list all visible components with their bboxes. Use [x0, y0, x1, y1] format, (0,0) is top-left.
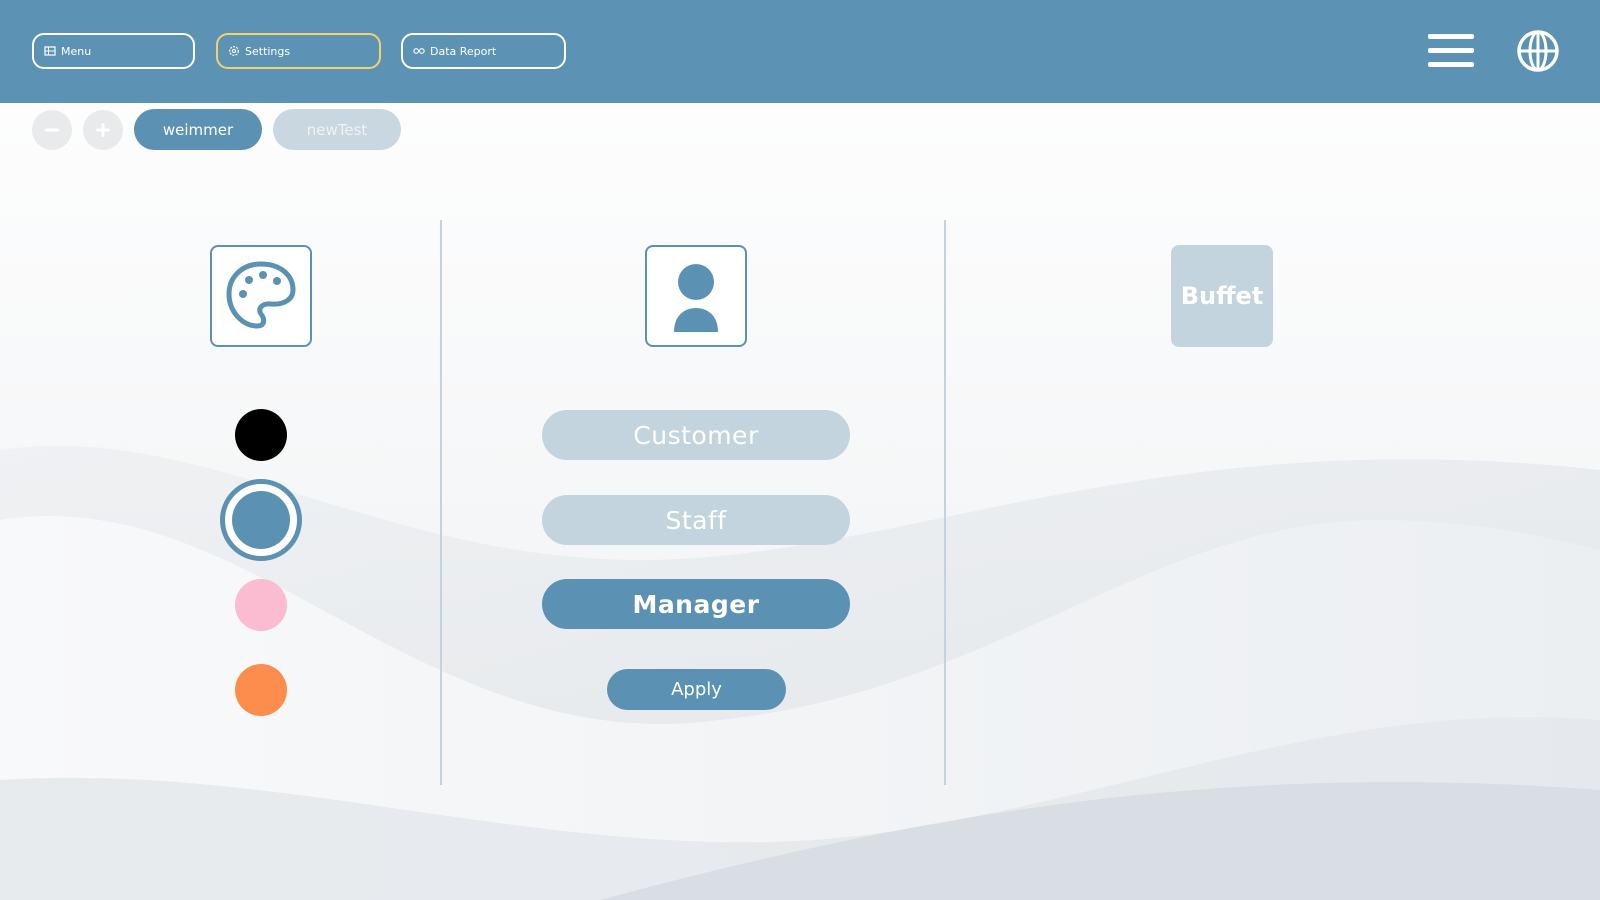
tab-newtest[interactable]: newTest [273, 109, 401, 150]
user-role-tile[interactable] [645, 245, 747, 347]
minus-icon [45, 128, 59, 132]
menu-button[interactable]: Menu [32, 33, 195, 69]
apply-button[interactable]: Apply [607, 669, 786, 710]
zoom-out-button[interactable] [32, 110, 72, 150]
column-divider [440, 220, 442, 785]
palette-icon [226, 261, 296, 329]
menu-label: Menu [61, 44, 92, 58]
swatch-pink[interactable] [235, 579, 287, 631]
data-report-label: Data Report [430, 44, 497, 58]
hamburger-icon[interactable] [1428, 31, 1474, 71]
table-icon [44, 46, 56, 56]
column-divider [944, 220, 946, 785]
theme-palette-tile[interactable] [210, 245, 312, 347]
settings-label: Settings [245, 44, 291, 58]
swatch-black[interactable] [235, 409, 287, 461]
swatch-orange[interactable] [235, 664, 287, 716]
role-staff-button[interactable]: Staff [542, 495, 850, 545]
zoom-in-button[interactable] [83, 110, 123, 150]
role-manager-button[interactable]: Manager [542, 579, 850, 629]
user-icon [674, 264, 718, 332]
swatch-blue-selected[interactable] [220, 479, 302, 561]
buffet-tile[interactable]: Buffet [1171, 245, 1273, 347]
top-bar: Menu Settings Data Report [0, 0, 1600, 103]
role-customer-button[interactable]: Customer [542, 410, 850, 460]
gear-icon [229, 46, 239, 56]
settings-button[interactable]: Settings [216, 33, 381, 69]
data-report-button[interactable]: Data Report [401, 33, 566, 69]
plus-icon [96, 123, 110, 137]
tab-weimmer[interactable]: weimmer [134, 109, 262, 150]
globe-icon[interactable] [1516, 29, 1560, 73]
glasses-icon [413, 48, 425, 54]
